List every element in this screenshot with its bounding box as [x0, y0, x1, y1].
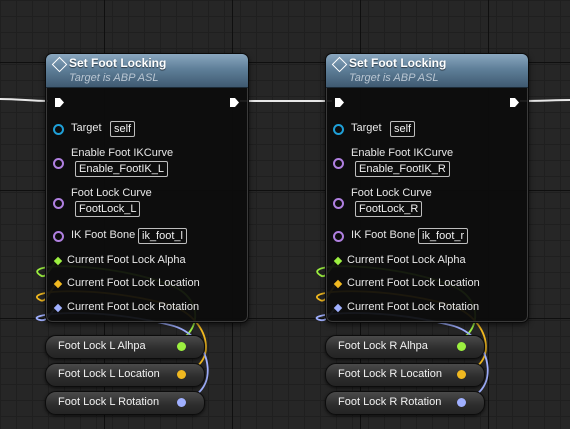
ik-foot-bone-pin-icon[interactable] [333, 231, 344, 242]
target-pin-icon[interactable] [53, 124, 64, 135]
foot-lock-rotation-pin-icon[interactable] [53, 303, 63, 313]
foot-lock-rotation-label: Current Foot Lock Rotation [67, 301, 200, 313]
foot-lock-curve-value[interactable]: FootLock_R [355, 201, 423, 217]
foot-lock-alpha-label: Current Foot Lock Alpha [67, 254, 186, 266]
foot-lock-alpha-label: Current Foot Lock Alpha [347, 254, 466, 266]
exec-wire-in[interactable] [0, 98, 49, 102]
variable-label: Foot Lock L Rotation [58, 396, 160, 408]
set-foot-locking-node-left[interactable]: Set Foot Locking Target is ABP ASL Targe… [45, 53, 249, 323]
foot-lock-location-pin-icon[interactable] [333, 279, 343, 289]
node-title: Set Foot Locking [69, 56, 167, 70]
rotator-pin-icon[interactable] [177, 398, 186, 407]
exec-in-pin-icon[interactable] [334, 97, 345, 108]
foot-lock-location-pin-icon[interactable] [53, 279, 63, 289]
rotator-pin-icon[interactable] [457, 398, 466, 407]
variable-node-foot-lock-l-location[interactable]: Foot Lock L Location [45, 363, 205, 387]
variable-node-foot-lock-r-alpha[interactable]: Foot Lock R Alhpa [325, 335, 485, 359]
variable-label: Foot Lock R Alhpa [338, 340, 428, 352]
foot-lock-rotation-pin-icon[interactable] [333, 303, 343, 313]
variable-node-foot-lock-r-location[interactable]: Foot Lock R Location [325, 363, 485, 387]
variable-node-foot-lock-l-rotation[interactable]: Foot Lock L Rotation [45, 391, 205, 415]
enable-foot-ik-label: Enable Foot IKCurve [71, 147, 174, 159]
ik-foot-bone-pin-icon[interactable] [53, 231, 64, 242]
float-pin-icon[interactable] [177, 342, 186, 351]
foot-lock-curve-pin-icon[interactable] [53, 198, 64, 209]
variable-label: Foot Lock R Location [338, 368, 442, 380]
vector-pin-icon[interactable] [177, 370, 186, 379]
ik-foot-bone-label: IK Foot Bone [71, 229, 136, 241]
node-title: Set Foot Locking [349, 56, 447, 70]
node-header[interactable]: Set Foot Locking Target is ABP ASL [326, 54, 528, 88]
foot-lock-location-label: Current Foot Lock Location [67, 277, 200, 289]
foot-lock-rotation-label: Current Foot Lock Rotation [347, 301, 480, 313]
target-value[interactable]: self [390, 121, 416, 137]
foot-lock-alpha-pin-icon[interactable] [333, 256, 343, 266]
foot-lock-alpha-pin-icon[interactable] [53, 256, 63, 266]
target-label: Target [71, 122, 102, 134]
enable-foot-ik-value[interactable]: Enable_FootIK_L [75, 161, 169, 177]
ik-foot-bone-value[interactable]: ik_foot_l [138, 228, 187, 244]
ik-foot-bone-value[interactable]: ik_foot_r [418, 228, 469, 244]
variable-label: Foot Lock L Alhpa [58, 340, 146, 352]
enable-foot-ik-value[interactable]: Enable_FootIK_R [355, 161, 450, 177]
target-pin-icon[interactable] [333, 124, 344, 135]
vector-pin-icon[interactable] [457, 370, 466, 379]
node-subtitle: Target is ABP ASL [349, 72, 439, 84]
set-foot-locking-node-right[interactable]: Set Foot Locking Target is ABP ASL Targe… [325, 53, 529, 323]
enable-foot-ik-pin-icon[interactable] [333, 158, 344, 169]
node-header[interactable]: Set Foot Locking Target is ABP ASL [46, 54, 248, 88]
variable-node-foot-lock-r-rotation[interactable]: Foot Lock R Rotation [325, 391, 485, 415]
foot-lock-curve-label: Foot Lock Curve [351, 187, 432, 199]
exec-out-pin-icon[interactable] [229, 97, 240, 108]
ik-foot-bone-label: IK Foot Bone [351, 229, 416, 241]
node-subtitle: Target is ABP ASL [69, 72, 159, 84]
float-pin-icon[interactable] [457, 342, 466, 351]
exec-in-pin-icon[interactable] [54, 97, 65, 108]
foot-lock-curve-value[interactable]: FootLock_L [75, 201, 141, 217]
variable-label: Foot Lock L Location [58, 368, 160, 380]
function-icon [331, 56, 348, 73]
target-value[interactable]: self [110, 121, 136, 137]
foot-lock-location-label: Current Foot Lock Location [347, 277, 480, 289]
enable-foot-ik-pin-icon[interactable] [53, 158, 64, 169]
function-icon [51, 56, 68, 73]
target-label: Target [351, 122, 382, 134]
enable-foot-ik-label: Enable Foot IKCurve [351, 147, 454, 159]
exec-out-pin-icon[interactable] [509, 97, 520, 108]
foot-lock-curve-label: Foot Lock Curve [71, 187, 152, 199]
variable-label: Foot Lock R Rotation [338, 396, 442, 408]
foot-lock-curve-pin-icon[interactable] [333, 198, 344, 209]
variable-node-foot-lock-l-alpha[interactable]: Foot Lock L Alhpa [45, 335, 205, 359]
